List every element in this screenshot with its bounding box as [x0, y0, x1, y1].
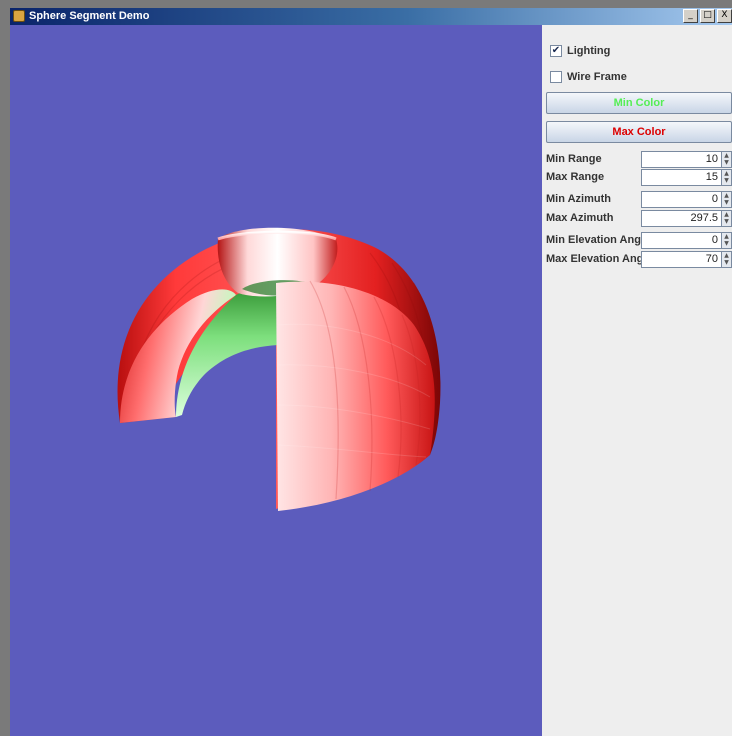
min-elevation-label: Min Elevation Ang: [546, 234, 641, 246]
maximize-button[interactable]: □: [700, 9, 715, 23]
minimize-button[interactable]: _: [683, 9, 698, 23]
max-azimuth-spinner[interactable]: ▲ ▼: [722, 210, 732, 227]
control-panel: ✔ Lighting Wire Frame Min Color Max Colo…: [542, 25, 732, 736]
window-title: Sphere Segment Demo: [29, 10, 150, 22]
max-elevation-spinner[interactable]: ▲ ▼: [722, 251, 732, 268]
max-range-label: Max Range: [546, 171, 605, 183]
java-cup-icon: [13, 10, 25, 22]
min-elevation-spinner[interactable]: ▲ ▼: [722, 232, 732, 249]
max-range-field[interactable]: 15: [641, 169, 722, 186]
max-azimuth-label: Max Azimuth: [546, 212, 614, 224]
max-color-button[interactable]: Max Color: [546, 121, 732, 143]
min-azimuth-label: Min Azimuth: [546, 193, 611, 205]
min-elevation-row: Min Elevation Ang 0 ▲ ▼: [546, 232, 732, 249]
max-range-row: Max Range 15 ▲ ▼: [546, 169, 732, 186]
wireframe-checkbox[interactable]: Wire Frame: [550, 69, 627, 85]
min-azimuth-row: Min Azimuth 0 ▲ ▼: [546, 191, 732, 208]
3d-viewport[interactable]: [10, 25, 542, 736]
lighting-label: Lighting: [567, 45, 611, 57]
max-elevation-row: Max Elevation Ang 70 ▲ ▼: [546, 251, 732, 268]
max-elevation-field[interactable]: 70: [641, 251, 722, 268]
max-elevation-label: Max Elevation Ang: [546, 253, 644, 265]
app-window: Sphere Segment Demo _ □ X ✔ Lighting Wir…: [10, 8, 732, 736]
max-range-spinner[interactable]: ▲ ▼: [722, 169, 732, 186]
min-range-field[interactable]: 10: [641, 151, 722, 168]
wireframe-label: Wire Frame: [567, 71, 627, 83]
max-azimuth-row: Max Azimuth 297.5 ▲ ▼: [546, 210, 732, 227]
min-elevation-field[interactable]: 0: [641, 232, 722, 249]
max-azimuth-field[interactable]: 297.5: [641, 210, 722, 227]
sphere-segment-render: [117, 227, 441, 511]
lighting-check-mark[interactable]: ✔: [550, 45, 562, 57]
lighting-checkbox[interactable]: ✔ Lighting: [550, 43, 610, 59]
close-button[interactable]: X: [717, 9, 732, 23]
min-range-spinner[interactable]: ▲ ▼: [722, 151, 732, 168]
min-azimuth-field[interactable]: 0: [641, 191, 722, 208]
min-range-label: Min Range: [546, 153, 602, 165]
min-range-row: Min Range 10 ▲ ▼: [546, 151, 732, 168]
min-azimuth-spinner[interactable]: ▲ ▼: [722, 191, 732, 208]
title-bar[interactable]: Sphere Segment Demo _ □ X: [10, 8, 732, 25]
min-color-button[interactable]: Min Color: [546, 92, 732, 114]
wireframe-check-mark[interactable]: [550, 71, 562, 83]
window-controls: _ □ X: [683, 9, 732, 24]
